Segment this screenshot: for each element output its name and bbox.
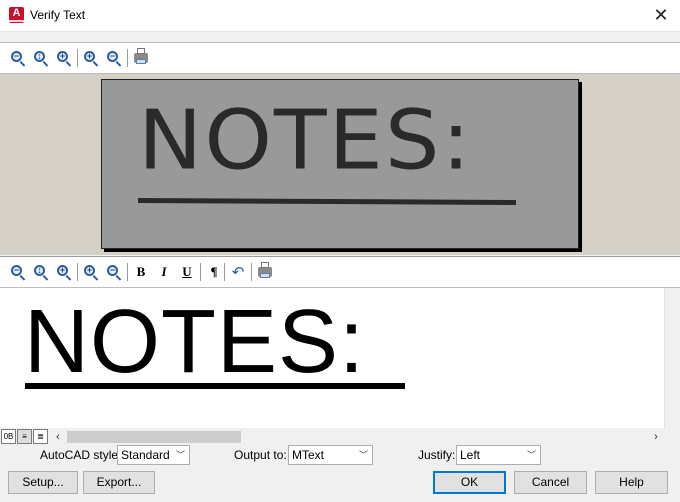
autocad-app-icon: A <box>9 7 24 23</box>
help-button[interactable]: Help <box>595 471 668 494</box>
autocad-style-value: Standard <box>121 448 170 462</box>
view-mode-button-1[interactable]: 0B <box>1 429 16 444</box>
chevron-down-icon: ﹀ <box>358 450 368 460</box>
autocad-style-label: AutoCAD style: <box>40 448 122 462</box>
export-button[interactable]: Export... <box>83 471 155 494</box>
print-icon[interactable] <box>131 48 151 68</box>
scanned-image-panel: NOTES: <box>0 74 680 255</box>
scanned-text: NOTES: <box>138 93 473 189</box>
output-to-select[interactable]: MText ﹀ <box>288 445 373 465</box>
zoom-in-icon[interactable]: + <box>81 48 101 68</box>
autocad-style-select[interactable]: Standard ﹀ <box>117 445 190 465</box>
scanned-underline <box>137 198 517 205</box>
zoom-out-icon[interactable]: − <box>8 48 28 68</box>
recognized-text-editor[interactable]: NOTES: <box>0 288 664 428</box>
justify-value: Left <box>460 448 481 462</box>
underline-button[interactable]: U <box>177 262 197 282</box>
horizontal-scrollbar-row: 0B ≡ ≣ ‹ › <box>0 429 680 445</box>
scanned-image: NOTES: <box>101 79 579 249</box>
text-toolbar: − ↕ + + − B I U ¶ ↶ <box>0 256 680 288</box>
justify-select[interactable]: Left ﹀ <box>456 445 541 465</box>
text-zoom-extents-icon[interactable]: + <box>54 262 74 282</box>
text-print-icon[interactable] <box>255 262 275 282</box>
options-row: AutoCAD style: Standard ﹀ Output to: MTe… <box>0 445 680 467</box>
zoom-extents-icon[interactable]: + <box>54 48 74 68</box>
close-button[interactable]: ✕ <box>648 3 674 27</box>
scroll-right-arrow-icon[interactable]: › <box>650 430 662 444</box>
scroll-left-arrow-icon[interactable]: ‹ <box>52 430 64 444</box>
setup-button[interactable]: Setup... <box>8 471 78 494</box>
horizontal-scroll-thumb[interactable] <box>67 431 241 443</box>
ok-button[interactable]: OK <box>433 471 506 494</box>
view-mode-button-3[interactable]: ≣ <box>33 429 48 444</box>
text-zoom-fit-icon[interactable]: ↕ <box>31 262 51 282</box>
vertical-scrollbar[interactable] <box>664 288 680 428</box>
bold-button[interactable]: B <box>131 262 151 282</box>
cancel-button[interactable]: Cancel <box>514 471 587 494</box>
title-bar: A Verify Text ✕ <box>0 0 680 32</box>
italic-button[interactable]: I <box>154 262 174 282</box>
text-zoom-out-minus-icon[interactable]: − <box>104 262 124 282</box>
image-toolbar: − ↕ + + − <box>0 42 680 74</box>
recognized-underline <box>25 383 405 389</box>
zoom-out-minus-icon[interactable]: − <box>104 48 124 68</box>
output-to-label: Output to: <box>234 448 287 462</box>
text-zoom-in-icon[interactable]: + <box>81 262 101 282</box>
zoom-fit-icon[interactable]: ↕ <box>31 48 51 68</box>
text-zoom-out-icon[interactable]: − <box>8 262 28 282</box>
chevron-down-icon: ﹀ <box>175 450 185 460</box>
app-icon-letter: A <box>12 7 21 19</box>
view-mode-button-2[interactable]: ≡ <box>17 429 32 444</box>
paragraph-button[interactable]: ¶ <box>204 262 224 282</box>
recognized-text[interactable]: NOTES: <box>24 294 365 390</box>
justify-label: Justify: <box>418 448 456 462</box>
undo-icon[interactable]: ↶ <box>228 262 248 282</box>
chevron-down-icon: ﹀ <box>526 450 536 460</box>
output-to-value: MText <box>292 448 325 462</box>
window-title: Verify Text <box>30 8 86 22</box>
